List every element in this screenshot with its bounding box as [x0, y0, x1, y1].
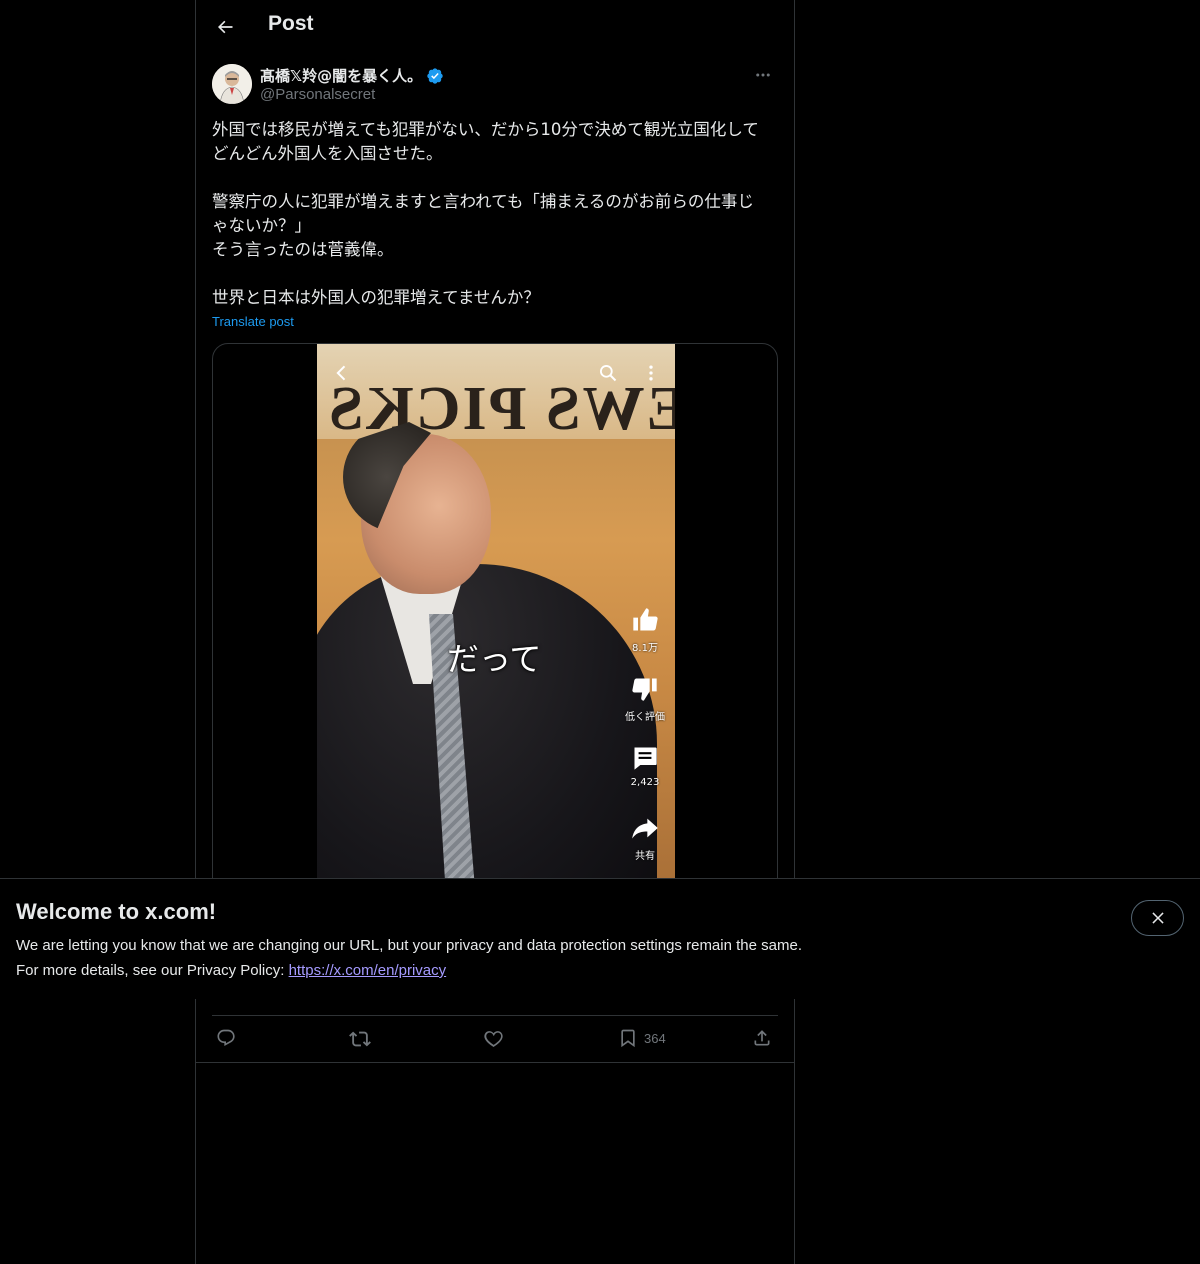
- video-dislike-button[interactable]: 低く評価: [615, 675, 675, 723]
- comment-count: 2,423: [630, 777, 660, 788]
- post-actions-bar: 364: [212, 1015, 778, 1063]
- author-name-text: 髙橋𝕏羚@闇を暴く人。: [260, 67, 423, 85]
- translate-post-link[interactable]: Translate post: [212, 314, 294, 329]
- heart-icon: [484, 1031, 503, 1047]
- reply-icon: [217, 1029, 235, 1046]
- video-share-button[interactable]: 共有: [615, 814, 675, 862]
- repost-icon: [349, 1031, 371, 1047]
- post-text-line: 警察庁の人に犯罪が増えますと言われても「捕まえるのがお前らの仕事じ: [212, 192, 754, 211]
- like-button[interactable]: [484, 1028, 504, 1048]
- background-sign: NEWS PICKS: [317, 344, 675, 443]
- chevron-left-icon: [336, 365, 346, 381]
- avatar[interactable]: [212, 64, 252, 104]
- banner-privacy-line: For more details, see our Privacy Policy…: [16, 962, 446, 979]
- video-comment-button[interactable]: 2,423: [615, 744, 675, 788]
- banner-privacy-prefix: For more details, see our Privacy Policy…: [16, 962, 289, 979]
- more-button[interactable]: [748, 64, 778, 86]
- author-name[interactable]: 髙橋𝕏羚@闇を暴く人。: [260, 65, 444, 86]
- privacy-policy-link[interactable]: https://x.com/en/privacy: [289, 962, 447, 979]
- bookmark-button[interactable]: 364: [618, 1028, 666, 1048]
- post-media[interactable]: NEWS PICKS だって 8.1万 低く評価: [212, 343, 778, 903]
- page-title: Post: [268, 12, 314, 35]
- post-text-line: そう言ったのは菅義偉。: [212, 240, 394, 259]
- share-label: 共有: [635, 851, 655, 862]
- bookmark-icon: [621, 1029, 635, 1048]
- post-column: Post 髙橋𝕏羚@闇を暴く人。 @Parsonalsecret 外国では移民が…: [195, 0, 795, 1264]
- post-author: 髙橋𝕏羚@闇を暴く人。 @Parsonalsecret: [212, 64, 778, 108]
- thumbs-down-icon: [632, 678, 657, 701]
- share-button[interactable]: [752, 1028, 772, 1048]
- video-menu-button[interactable]: [641, 360, 661, 386]
- search-icon: [600, 365, 617, 382]
- post-header: Post: [196, 0, 794, 54]
- banner-title: Welcome to x.com!: [16, 899, 217, 924]
- video-frame[interactable]: NEWS PICKS だって 8.1万 低く評価: [317, 344, 675, 902]
- person-suit: [317, 564, 657, 902]
- comment-icon: [634, 747, 657, 770]
- close-icon: [1151, 912, 1164, 924]
- divider: [196, 1062, 794, 1063]
- share-icon: [754, 1030, 770, 1046]
- post-text-line: ゃないか？」: [212, 216, 311, 235]
- welcome-banner: Welcome to x.com! We are letting you kno…: [0, 878, 1200, 999]
- thumbs-up-icon: [633, 608, 658, 631]
- post-text-line: 世界と日本は外国人の犯罪増えてませんか？: [212, 288, 540, 307]
- banner-message: We are letting you know that we are chan…: [16, 937, 802, 954]
- back-button[interactable]: [208, 10, 242, 44]
- post-text: 外国では移民が増えても犯罪がない、だから10分で決めて観光立国化して どんどん外…: [212, 118, 778, 310]
- post-text-line: 外国では移民が増えても犯罪がない、だから10分で決めて観光立国化して: [212, 120, 759, 139]
- video-like-button[interactable]: 8.1万: [615, 606, 675, 654]
- video-subtitle: だって: [447, 640, 542, 678]
- banner-close-button[interactable]: [1131, 900, 1184, 936]
- reply-button[interactable]: [216, 1028, 236, 1048]
- repost-button[interactable]: [349, 1028, 371, 1050]
- more-horizontal-icon: [756, 73, 770, 77]
- author-handle[interactable]: @Parsonalsecret: [260, 86, 375, 103]
- dislike-label: 低く評価: [625, 712, 665, 723]
- bookmark-count: 364: [644, 1030, 666, 1046]
- like-count: 8.1万: [632, 643, 658, 654]
- more-vertical-icon: [649, 365, 653, 381]
- video-back-button[interactable]: [329, 360, 355, 386]
- verified-badge-icon: [427, 67, 443, 84]
- arrow-left-icon: [218, 20, 233, 34]
- share-arrow-icon: [632, 818, 658, 839]
- video-search-button[interactable]: [595, 360, 621, 386]
- post-text-line: どんどん外国人を入国させた。: [212, 144, 443, 163]
